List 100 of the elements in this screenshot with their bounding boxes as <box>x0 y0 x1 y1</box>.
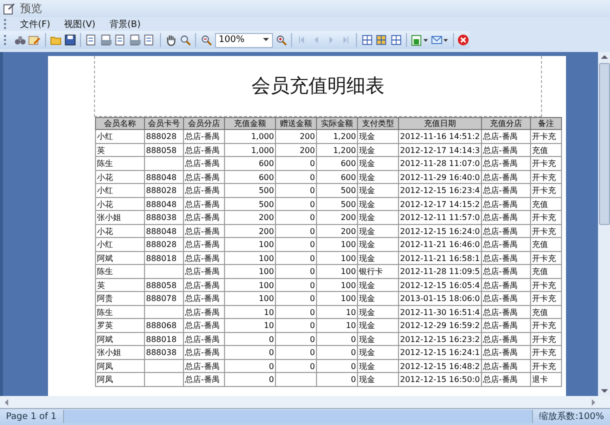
table-cell: 100 <box>340 254 356 263</box>
table-cell: 总店-番禺 <box>185 240 220 250</box>
table-cell: 0 <box>310 362 315 371</box>
table-cell: 开卡充 <box>532 294 556 304</box>
table-cell: 总店-番禺 <box>482 172 518 182</box>
table-cell: 现金 <box>359 348 375 358</box>
menu-item[interactable]: 视图(V) <box>58 18 102 31</box>
zoom-in-icon[interactable] <box>274 33 288 48</box>
table-cell: 总店-番禺 <box>185 226 220 236</box>
table-cell: 2012-12-17 14:14:3 <box>400 146 480 155</box>
table-cell: 2012-11-29 16:40:0 <box>400 172 480 182</box>
table-cell: 总店-番禺 <box>482 308 518 317</box>
table-cell: 总店-番禺 <box>185 132 220 142</box>
table-cell: 罗英 <box>97 321 113 330</box>
zoom-dropdown[interactable]: 100% <box>214 32 273 48</box>
export-icon[interactable] <box>410 33 429 48</box>
table-cell: 2012-12-15 16:24:1 <box>400 348 480 358</box>
table-cell: 开卡充 <box>532 348 556 358</box>
table-cell: 现金 <box>359 240 375 250</box>
table-cell: 总店-番禺 <box>482 321 518 330</box>
table-cell: 小红 <box>97 186 113 196</box>
table-cell: 888038 <box>146 213 177 222</box>
scroll-right-icon[interactable] <box>591 398 596 406</box>
menu-item[interactable]: 文件(F) <box>14 18 56 31</box>
table-cell: 2012-11-28 11:09:5 <box>400 267 480 276</box>
table-cell: 总店-番禺 <box>482 213 518 222</box>
table-cell: 200 <box>340 226 356 236</box>
table-cell: 0 <box>310 172 315 182</box>
table-cell: 0 <box>310 294 315 304</box>
edit-icon[interactable] <box>28 33 41 48</box>
table-cell: 1,200 <box>333 146 356 155</box>
table-cell: 2012-12-11 11:57:0 <box>400 213 480 222</box>
table-cell: 100 <box>258 280 274 290</box>
menu-item[interactable]: 背景(B) <box>103 18 147 31</box>
table-cell: 1,000 <box>251 146 274 155</box>
table-cell: 0 <box>350 375 356 384</box>
table-cell: 充值 <box>532 200 548 209</box>
table-cell: 100 <box>340 240 356 250</box>
table-cell: 2012-12-29 16:59:2 <box>400 321 480 330</box>
close-icon[interactable] <box>457 33 470 48</box>
table-cell: 2012-12-15 16:50:0 <box>400 375 480 384</box>
table-cell: 总店-番禺 <box>482 334 518 344</box>
table-cell: 陈生 <box>97 267 113 276</box>
table-cell: 现金 <box>359 132 375 142</box>
table-cell: 2013-01-15 18:06:0 <box>400 294 480 304</box>
table-cell: 0 <box>310 348 315 358</box>
table-cell: 总店-番禺 <box>185 362 220 371</box>
table-cell: 200 <box>258 226 274 236</box>
table-cell: 充值 <box>532 240 548 250</box>
scroll-thumb[interactable] <box>598 63 610 226</box>
table-cell: 现金 <box>359 321 375 330</box>
table-cell: 888048 <box>146 172 177 182</box>
table-cell: 阿凤 <box>97 375 113 384</box>
table-cell: 600 <box>340 159 356 168</box>
horizontal-scrollbar[interactable] <box>0 396 610 408</box>
table-cell: 200 <box>340 213 356 222</box>
column-header: 充值分店 <box>481 118 530 130</box>
table-cell: 0 <box>310 267 315 276</box>
table-cell: 总店-番禺 <box>185 375 220 384</box>
table-cell: 10 <box>346 321 356 330</box>
table-cell: 张小姐 <box>97 348 121 358</box>
table-cell: 0 <box>310 280 315 290</box>
table-cell: 阿斌 <box>97 334 113 344</box>
table-cell: 888028 <box>146 132 177 142</box>
table-cell: 500 <box>340 200 356 209</box>
table-cell: 0 <box>310 226 315 236</box>
table-cell: 现金 <box>359 186 375 196</box>
table-cell: 0 <box>268 375 274 384</box>
table-cell: 阿贵 <box>97 294 113 304</box>
table-cell: 总店-番禺 <box>185 254 220 263</box>
table-cell: 600 <box>258 172 274 182</box>
print-icon[interactable] <box>100 33 112 48</box>
table-cell: 总店-番禺 <box>482 348 518 358</box>
table-cell: 0 <box>310 159 315 168</box>
save-icon[interactable] <box>64 33 76 48</box>
table-cell: 总店-番禺 <box>482 294 518 304</box>
hand-icon[interactable] <box>164 33 177 48</box>
table-cell: 阿斌 <box>97 254 113 263</box>
layout-icon[interactable] <box>360 33 374 48</box>
table-cell: 0 <box>268 362 274 371</box>
table-cell: 2012-11-16 14:51:2 <box>400 132 480 142</box>
table-cell: 充值 <box>532 267 548 276</box>
table-cell: 总店-番禺 <box>482 159 518 168</box>
table-cell: 现金 <box>359 254 375 263</box>
table-cell: 开卡充 <box>532 132 556 142</box>
table-cell: 现金 <box>359 146 375 155</box>
scroll-up-icon[interactable] <box>600 54 608 60</box>
table-cell: 10 <box>264 321 274 330</box>
magnifier-icon[interactable] <box>178 33 192 48</box>
document-icon[interactable] <box>114 33 127 48</box>
zoom-out-icon[interactable] <box>200 33 213 48</box>
preview-app-icon <box>3 2 16 16</box>
table-cell: 888038 <box>146 348 177 358</box>
table-cell: 现金 <box>359 200 375 209</box>
table-cell: 0 <box>350 334 356 344</box>
table-cell: 现金 <box>359 172 375 182</box>
scroll-left-icon[interactable] <box>4 398 9 406</box>
table-cell: 600 <box>258 159 274 168</box>
vertical-scrollbar[interactable] <box>598 52 610 396</box>
table-cell: 开卡充 <box>532 280 556 290</box>
